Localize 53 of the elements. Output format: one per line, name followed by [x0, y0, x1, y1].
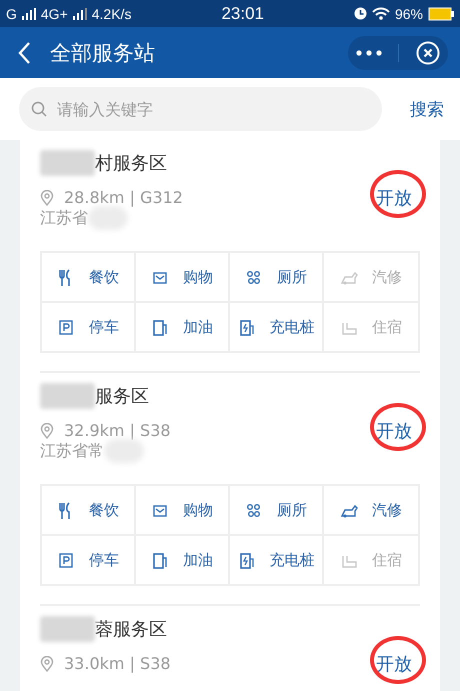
charge-icon — [238, 318, 256, 336]
facility-cell[interactable]: 充电桩 — [230, 303, 324, 351]
fuel-icon — [151, 550, 169, 570]
parking-icon — [57, 550, 75, 570]
facility-cell[interactable]: 停车 — [42, 303, 136, 351]
battery-icon — [428, 6, 454, 20]
clock-time: 23:01 — [221, 4, 264, 24]
status-label: 开放 — [375, 653, 413, 677]
search-icon — [31, 101, 47, 117]
signal-icon — [22, 8, 36, 20]
location-pin-icon — [40, 190, 54, 206]
location-pin-icon — [40, 422, 54, 438]
address-text: 江苏省 — [40, 208, 88, 228]
facility-cell[interactable]: 厕所 — [230, 486, 324, 536]
facility-cell[interactable]: 充电桩 — [230, 536, 324, 584]
battery-percent: 96% — [394, 6, 423, 22]
station-name: 蓉服务区 — [95, 618, 167, 641]
network-label: 4G+ — [40, 6, 68, 22]
distance-text: 32.9km | S38 — [64, 421, 171, 440]
back-icon[interactable] — [18, 42, 30, 64]
facility-cell[interactable]: 加油 — [136, 536, 230, 584]
facility-cell[interactable]: 购物 — [136, 486, 230, 536]
status-label: 开放 — [375, 420, 413, 444]
more-icon[interactable] — [356, 50, 382, 56]
facility-cell[interactable]: 汽修 — [324, 486, 418, 536]
search-button[interactable]: 搜索 — [410, 98, 444, 120]
facility-cell[interactable]: 餐饮 — [42, 253, 136, 303]
distance-text: 33.0km | S38 — [64, 654, 171, 673]
search-field[interactable]: 请输入关键字 — [19, 87, 382, 131]
page-title: 全部服务站 — [50, 40, 156, 66]
signal-icon — [72, 8, 87, 20]
blurred-text-block — [40, 383, 95, 409]
station-name: 村服务区 — [95, 152, 167, 175]
close-icon[interactable] — [416, 40, 440, 64]
alarm-icon — [354, 7, 367, 20]
speed-label: 4.2K/s — [92, 6, 132, 22]
status-label: 开放 — [375, 187, 413, 211]
facility-cell[interactable]: 餐饮 — [42, 486, 136, 536]
location-pin-icon — [40, 656, 54, 672]
fuel-icon — [151, 318, 169, 336]
facility-cell[interactable]: 加油 — [136, 303, 230, 351]
blurred-text-block — [40, 616, 95, 642]
distance-text: 28.8km | G312 — [64, 188, 183, 207]
parking-icon — [57, 318, 75, 336]
charge-icon — [238, 550, 256, 570]
wifi-icon — [372, 7, 390, 20]
station-name: 服务区 — [95, 385, 149, 408]
facility-cell[interactable]: 停车 — [42, 536, 136, 584]
facility-cell[interactable]: 厕所 — [230, 253, 324, 303]
address-text: 江苏省常 — [40, 440, 104, 462]
blurred-text-block — [40, 150, 95, 176]
carrier-label: G — [6, 6, 17, 22]
facility-cell[interactable]: 购物 — [136, 253, 230, 303]
